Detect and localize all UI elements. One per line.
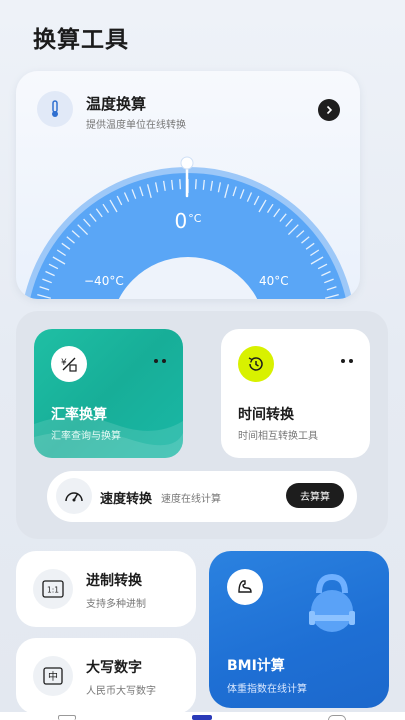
thermometer-icon bbox=[37, 91, 73, 127]
time-convert-card[interactable]: 时间转换 时间相互转换工具 bbox=[221, 329, 370, 458]
gauge-tick bbox=[179, 179, 182, 190]
converter-group-panel: ¥ 汇率换算 汇率查询与换算 时间转换 时间相互转换工具 速度转换 速度在线计算… bbox=[16, 311, 388, 539]
tab-profile-icon[interactable] bbox=[328, 715, 346, 720]
temperature-open-button[interactable] bbox=[318, 99, 340, 121]
gauge-value: 0°C bbox=[174, 209, 202, 233]
speed-subtitle: 速度在线计算 bbox=[161, 494, 221, 505]
uppercase-number-card[interactable]: 中 大写数字 人民币大写数字 bbox=[16, 638, 196, 714]
gauge-min-label: −40°C bbox=[84, 274, 124, 288]
exchange-title: 汇率换算 bbox=[51, 407, 107, 423]
gauge-tick bbox=[194, 179, 197, 190]
speedometer-icon bbox=[56, 478, 92, 514]
bmi-card[interactable]: BMI计算 体重指数在线计算 bbox=[209, 551, 389, 708]
chevron-right-icon bbox=[326, 105, 333, 115]
clock-icon bbox=[238, 346, 274, 382]
tab-tools-icon[interactable] bbox=[192, 715, 212, 720]
base-convert-card[interactable]: 1:1 进制转换 支持多种进制 bbox=[16, 551, 196, 627]
gauge-knob bbox=[180, 156, 194, 170]
time-subtitle: 时间相互转换工具 bbox=[238, 431, 318, 442]
base-title: 进制转换 bbox=[86, 573, 142, 589]
temperature-subtitle: 提供温度单位在线转换 bbox=[86, 120, 186, 131]
bmi-title: BMI计算 bbox=[227, 658, 285, 674]
temperature-card[interactable]: 温度换算 提供温度单位在线转换 0°C −40°C 40°C bbox=[16, 71, 360, 299]
kettlebell-icon bbox=[309, 573, 355, 632]
bmi-subtitle: 体重指数在线计算 bbox=[227, 684, 307, 695]
uppercase-title: 大写数字 bbox=[86, 660, 142, 676]
temperature-title: 温度换算 bbox=[86, 95, 147, 113]
more-icon[interactable] bbox=[341, 359, 353, 363]
ratio-icon: 1:1 bbox=[33, 569, 73, 609]
page-title: 换算工具 bbox=[33, 27, 129, 53]
currency-icon: ¥ bbox=[51, 346, 87, 382]
arm-muscle-icon bbox=[227, 569, 263, 605]
speed-convert-row[interactable]: 速度转换 速度在线计算 去算算 bbox=[47, 471, 357, 522]
time-title: 时间转换 bbox=[238, 407, 294, 423]
svg-text:中: 中 bbox=[48, 670, 58, 683]
more-icon[interactable] bbox=[154, 359, 166, 363]
speed-title: 速度转换 bbox=[100, 492, 153, 507]
exchange-rate-card[interactable]: ¥ 汇率换算 汇率查询与换算 bbox=[34, 329, 183, 458]
exchange-subtitle: 汇率查询与换算 bbox=[51, 431, 121, 442]
tab-home-icon[interactable] bbox=[58, 715, 76, 720]
chinese-char-icon: 中 bbox=[33, 656, 73, 696]
gauge-max-label: 40°C bbox=[259, 274, 289, 288]
speed-calculate-button[interactable]: 去算算 bbox=[286, 483, 344, 508]
svg-text:1:1: 1:1 bbox=[47, 586, 59, 595]
base-subtitle: 支持多种进制 bbox=[86, 599, 146, 610]
uppercase-subtitle: 人民币大写数字 bbox=[86, 686, 156, 697]
